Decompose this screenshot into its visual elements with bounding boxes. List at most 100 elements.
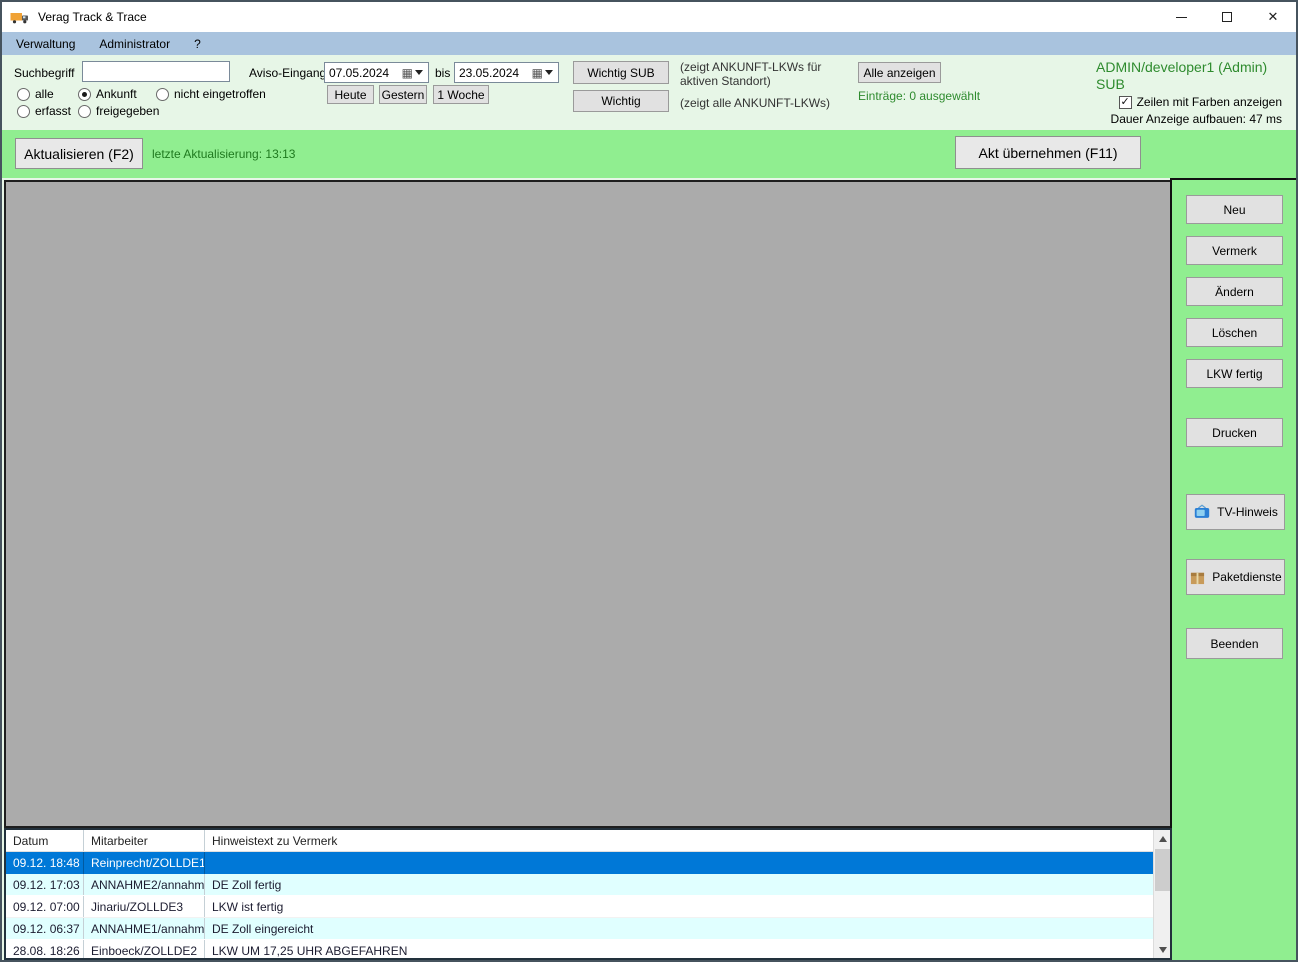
aendern-button[interactable]: Ändern bbox=[1186, 277, 1283, 306]
radio-freigegeben-label: freigegeben bbox=[96, 104, 160, 118]
date-to-value[interactable]: 23.05.2024 bbox=[455, 66, 532, 80]
wichtig-button[interactable]: Wichtig bbox=[573, 90, 669, 112]
lkw-fertig-button[interactable]: LKW fertig bbox=[1186, 359, 1283, 388]
filter-panel: Suchbegriff alle Ankunft nicht eingetrof… bbox=[2, 55, 1296, 130]
close-button[interactable]: ✕ bbox=[1250, 2, 1296, 32]
beenden-button[interactable]: Beenden bbox=[1186, 628, 1283, 659]
paketdienste-button[interactable]: Paketdienste bbox=[1186, 559, 1285, 595]
search-label: Suchbegriff bbox=[14, 66, 75, 80]
chevron-down-icon[interactable] bbox=[545, 70, 553, 75]
cell-hinweis bbox=[205, 852, 1153, 874]
date-to-picker[interactable]: 23.05.2024 ▦ bbox=[454, 62, 559, 83]
heute-button[interactable]: Heute bbox=[327, 85, 374, 104]
neu-button[interactable]: Neu bbox=[1186, 195, 1283, 224]
wichtig-sub-hint: (zeigt ANKUNFT-LKWs für aktiven Standort… bbox=[680, 60, 822, 88]
scrollbar-thumb[interactable] bbox=[1155, 849, 1170, 891]
radio-erfasst[interactable]: erfasst bbox=[17, 104, 71, 118]
rows-color-checkbox-label: Zeilen mit Farben anzeigen bbox=[1136, 95, 1282, 109]
date-from-value[interactable]: 07.05.2024 bbox=[325, 66, 402, 80]
paketdienste-label: Paketdienste bbox=[1212, 570, 1282, 584]
table-row[interactable]: 09.12. 18:48 Reinprecht/ZOLLDE1 bbox=[6, 852, 1153, 874]
menu-bar: Verwaltung Administrator ? bbox=[2, 32, 1296, 55]
truck-icon bbox=[10, 12, 28, 23]
table-scrollbar[interactable] bbox=[1153, 830, 1170, 958]
menu-verwaltung[interactable]: Verwaltung bbox=[6, 34, 85, 54]
title-bar: Verag Track & Trace ✕ bbox=[2, 2, 1296, 32]
last-refresh-text: letzte Aktualisierung: 13:13 bbox=[152, 147, 296, 161]
cell-mitarbeiter: Jinariu/ZOLLDE3 bbox=[84, 896, 205, 917]
checkbox-check-icon: ✓ bbox=[1118, 95, 1132, 109]
radio-alle-label: alle bbox=[35, 87, 54, 101]
cell-mitarbeiter: ANNAHME1/annahme1 bbox=[84, 918, 205, 939]
wichtig-sub-button[interactable]: Wichtig SUB bbox=[573, 61, 669, 84]
eine-woche-button[interactable]: 1 Woche bbox=[433, 85, 489, 104]
rows-color-checkbox[interactable]: ✓ Zeilen mit Farben anzeigen bbox=[1096, 95, 1282, 109]
calendar-icon[interactable]: ▦ bbox=[532, 67, 543, 79]
column-header-datum[interactable]: Datum bbox=[6, 830, 84, 851]
cell-hinweis: LKW UM 17,25 UHR ABGEFAHREN bbox=[212, 943, 408, 958]
scroll-down-icon[interactable] bbox=[1154, 941, 1170, 958]
alle-anzeigen-button[interactable]: Alle anzeigen bbox=[858, 62, 941, 83]
drucken-button[interactable]: Drucken bbox=[1186, 418, 1283, 447]
window-controls: ✕ bbox=[1158, 2, 1296, 32]
user-name-text: ADMIN/developer1 (Admin) bbox=[1096, 59, 1268, 75]
column-header-hinweistext[interactable]: Hinweistext zu Vermerk bbox=[205, 830, 1153, 851]
table-row[interactable]: 09.12. 17:03 ANNAHME2/annahme2 DE Zoll f… bbox=[6, 874, 1153, 896]
cell-mitarbeiter: Einboeck/ZOLLDE2 bbox=[84, 940, 205, 958]
radio-alle[interactable]: alle bbox=[17, 87, 54, 101]
chevron-down-icon[interactable] bbox=[415, 70, 423, 75]
cell-datum: 09.12. 17:03 bbox=[6, 874, 84, 895]
gestern-button[interactable]: Gestern bbox=[379, 85, 427, 104]
cell-datum: 28.08. 18:26 bbox=[6, 940, 84, 958]
akt-uebernehmen-button[interactable]: Akt übernehmen (F11) bbox=[955, 136, 1141, 169]
cell-mitarbeiter: Reinprecht/ZOLLDE1 bbox=[84, 852, 205, 874]
vermerk-table-body: Datum Mitarbeiter Hinweistext zu Vermerk… bbox=[6, 830, 1153, 958]
entries-count-text: Einträge: 0 ausgewählt bbox=[858, 89, 981, 103]
menu-administrator[interactable]: Administrator bbox=[89, 34, 180, 54]
user-info-block: ADMIN/developer1 (Admin) SUB ✓ Zeilen mi… bbox=[1096, 59, 1282, 126]
radio-ankunft[interactable]: Ankunft bbox=[78, 87, 137, 101]
tv-icon bbox=[1194, 504, 1210, 518]
main-content-area bbox=[4, 180, 1172, 828]
action-bar: Aktualisieren (F2) letzte Aktualisierung… bbox=[2, 130, 1296, 178]
date-from-picker[interactable]: 07.05.2024 ▦ bbox=[324, 62, 429, 83]
radio-erfasst-circle bbox=[17, 104, 30, 118]
minimize-button[interactable] bbox=[1158, 2, 1204, 32]
radio-freigegeben-circle bbox=[78, 104, 91, 118]
minimize-icon bbox=[1175, 16, 1187, 18]
column-header-mitarbeiter[interactable]: Mitarbeiter bbox=[84, 830, 205, 851]
cell-hinweis: DE Zoll fertig bbox=[212, 877, 282, 892]
radio-alle-circle bbox=[17, 87, 30, 101]
vermerk-button[interactable]: Vermerk bbox=[1186, 236, 1283, 265]
cell-hinweis: LKW ist fertig bbox=[212, 899, 284, 914]
window-title: Verag Track & Trace bbox=[38, 10, 147, 24]
aktualisieren-button[interactable]: Aktualisieren (F2) bbox=[15, 138, 143, 169]
calendar-icon[interactable]: ▦ bbox=[402, 67, 413, 79]
maximize-button[interactable] bbox=[1204, 2, 1250, 32]
user-sub-text: SUB bbox=[1096, 76, 1125, 92]
cell-datum: 09.12. 06:37 bbox=[6, 918, 84, 939]
aviso-label: Aviso-Eingang bbox=[249, 66, 327, 80]
tv-hinweis-button[interactable]: TV-Hinweis bbox=[1186, 494, 1285, 530]
cell-hinweis: DE Zoll eingereicht bbox=[212, 921, 314, 936]
vermerk-table: Datum Mitarbeiter Hinweistext zu Vermerk… bbox=[4, 828, 1172, 960]
table-row[interactable]: 09.12. 06:37 ANNAHME1/annahme1 DE Zoll e… bbox=[6, 918, 1153, 940]
radio-nicht-eingetroffen-label: nicht eingetroffen bbox=[174, 87, 266, 101]
radio-nicht-eingetroffen[interactable]: nicht eingetroffen bbox=[156, 87, 266, 101]
radio-freigegeben[interactable]: freigegeben bbox=[78, 104, 159, 118]
radio-ankunft-label: Ankunft bbox=[96, 87, 137, 101]
render-duration-text: Dauer Anzeige aufbauen: 47 ms bbox=[1110, 112, 1282, 126]
loeschen-button[interactable]: Löschen bbox=[1186, 318, 1283, 347]
search-input[interactable] bbox=[82, 61, 230, 82]
table-header-row: Datum Mitarbeiter Hinweistext zu Vermerk bbox=[6, 830, 1153, 852]
radio-erfasst-label: erfasst bbox=[35, 104, 72, 118]
app-window: Verag Track & Trace ✕ Verwaltung Adminis… bbox=[0, 0, 1298, 962]
close-icon: ✕ bbox=[1267, 9, 1279, 24]
table-row[interactable]: 09.12. 07:00 Jinariu/ZOLLDE3 LKW ist fer… bbox=[6, 896, 1153, 918]
table-row[interactable]: 28.08. 18:26 Einboeck/ZOLLDE2 LKW UM 17,… bbox=[6, 940, 1153, 958]
cell-datum: 09.12. 18:48 bbox=[6, 852, 84, 874]
radio-ankunft-circle bbox=[78, 87, 91, 101]
scroll-up-icon[interactable] bbox=[1154, 830, 1170, 847]
menu-help[interactable]: ? bbox=[184, 34, 211, 54]
radio-nicht-eingetroffen-circle bbox=[156, 87, 169, 101]
